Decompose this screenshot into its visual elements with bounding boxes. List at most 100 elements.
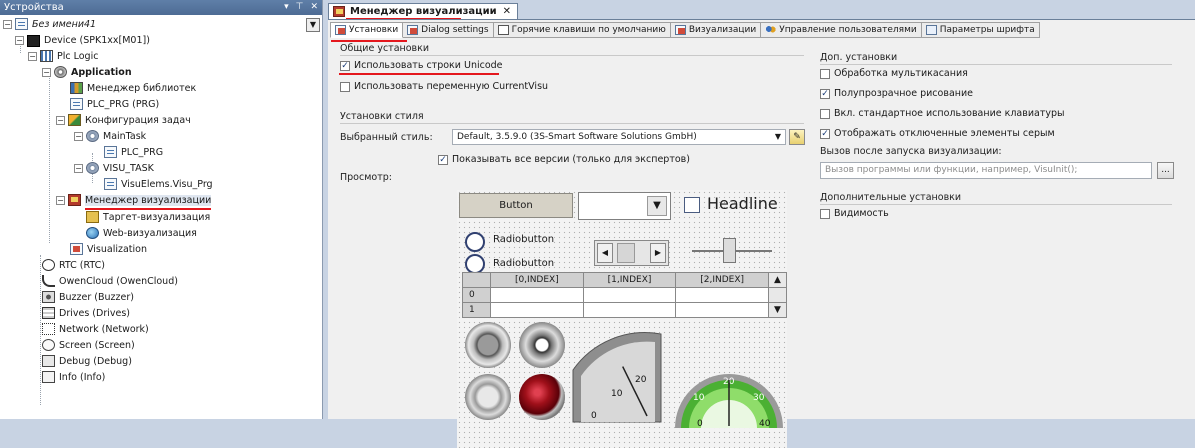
tree-item-web-visualization[interactable]: Web-визуализация — [86, 225, 197, 241]
pin-icon[interactable]: ⊤ — [296, 0, 304, 15]
show-disabled-gray-checkbox[interactable]: ✓ Отображать отключенные элементы серым — [820, 128, 1055, 139]
subtab-settings[interactable]: Установки — [330, 22, 404, 38]
tree-item-buzzer[interactable]: Buzzer (Buzzer) — [42, 289, 134, 305]
checkbox-box[interactable] — [820, 208, 830, 219]
collapse-icon[interactable]: − — [28, 51, 37, 61]
tree-item-plc-logic[interactable]: − Plc Logic — [28, 48, 98, 64]
tree-item-label: Info (Info) — [59, 371, 106, 383]
edit-style-button[interactable]: ✎ — [789, 129, 805, 145]
collapse-icon[interactable]: − — [15, 35, 24, 45]
subtab-highlight-underline — [331, 40, 407, 42]
close-pane-icon[interactable]: ✕ — [310, 0, 318, 15]
subtab-font-settings[interactable]: Параметры шрифта — [921, 22, 1040, 38]
subtab-label: Горячие клавиши по умолчанию — [511, 25, 666, 35]
style-settings-title: Установки стиля — [340, 111, 424, 122]
semitransparent-checkbox[interactable]: ✓ Полупрозрачное рисование — [820, 88, 973, 99]
subtab-hotkeys[interactable]: Горячие клавиши по умолчанию — [493, 22, 671, 38]
scroll-left-icon: ◀ — [597, 243, 613, 263]
tree-item-label: Web-визуализация — [103, 227, 197, 239]
subtab-label: Параметры шрифта — [939, 25, 1035, 35]
collapse-icon[interactable]: − — [42, 67, 51, 77]
tree-item-label: Screen (Screen) — [59, 339, 135, 351]
scroll-right-icon: ▶ — [650, 243, 666, 263]
collapse-icon[interactable]: − — [56, 195, 65, 205]
settings-subtabs: Установки Dialog settings Горячие клавиш… — [330, 22, 1040, 38]
use-currentvisu-checkbox[interactable]: Использовать переменную CurrentVisu — [340, 81, 548, 92]
tree-item-library-manager[interactable]: Менеджер библиотек — [70, 80, 196, 96]
collapse-icon[interactable]: − — [3, 19, 12, 29]
multitouch-checkbox[interactable]: Обработка мультикасания — [820, 68, 968, 79]
checkbox-box[interactable] — [820, 68, 830, 79]
tree-item-owencloud[interactable]: OwenCloud (OwenCloud) — [42, 273, 178, 289]
collapse-icon[interactable]: − — [74, 163, 83, 173]
divider — [820, 64, 1172, 65]
meter1-tick-0: 0 — [591, 411, 597, 421]
tree-item-visualization[interactable]: Visualization — [70, 241, 147, 257]
preview-combobox: ▼ — [578, 192, 671, 220]
use-unicode-checkbox[interactable]: ✓ Использовать строки Unicode — [340, 60, 503, 71]
tree-item-drives[interactable]: Drives (Drives) — [42, 305, 130, 321]
preview-scrollbar: ◀ ▶ — [594, 240, 669, 266]
tree-item-project[interactable]: − Без имени41 — [3, 16, 96, 32]
table-row: 1 ▼ — [462, 302, 787, 318]
style-select-value: Default, 3.5.9.0 (3S-Smart Software Solu… — [457, 132, 697, 142]
divider — [820, 204, 1172, 205]
tree-item-label: Drives (Drives) — [59, 307, 130, 319]
tree-item-maintask-plc-prg[interactable]: PLC_PRG — [104, 144, 163, 160]
style-select[interactable]: Default, 3.5.9.0 (3S-Smart Software Solu… — [452, 129, 786, 145]
tree-item-label: VisuElems.Visu_Prg — [121, 178, 213, 190]
subtab-label: Установки — [349, 25, 399, 35]
device-tree: − Без имени41 − Device (SPK1xx[M01]) − P… — [0, 15, 322, 419]
meter2-tick-40: 40 — [759, 419, 771, 429]
tree-item-label: RTC (RTC) — [59, 259, 106, 271]
collapse-icon[interactable]: − — [56, 115, 65, 125]
settings-tab-icon — [335, 25, 346, 35]
pane-menu-icon[interactable]: ▾ — [284, 0, 289, 15]
call-after-start-placeholder: Вызов программы или функции, например, V… — [825, 165, 1078, 175]
tree-item-plc-prg[interactable]: PLC_PRG (PRG) — [70, 96, 159, 112]
checkbox-label: Полупрозрачное рисование — [834, 88, 973, 99]
tree-item-debug[interactable]: Debug (Debug) — [42, 353, 132, 369]
tree-item-maintask[interactable]: − MainTask — [74, 128, 146, 144]
selected-style-label: Выбранный стиль: — [340, 132, 433, 143]
row-header: 0 — [462, 287, 491, 303]
visibility-checkbox[interactable]: Видимость — [820, 208, 889, 219]
tree-item-visu-task[interactable]: − VISU_TASK — [74, 160, 154, 176]
checkbox-box[interactable]: ✓ — [820, 128, 830, 139]
checkbox-box[interactable]: ✓ — [340, 60, 350, 71]
table-header: [2,INDEX] — [675, 272, 769, 288]
tree-item-label: PLC_PRG — [121, 146, 164, 158]
tree-item-task-configuration[interactable]: − Конфигурация задач — [56, 112, 191, 128]
tree-item-target-visualization[interactable]: Таргет-визуализация — [86, 209, 210, 225]
checkbox-label: Отображать отключенные элементы серым — [834, 128, 1055, 139]
meter2-tick-10: 10 — [693, 393, 705, 403]
subtab-user-management[interactable]: Управление пользователями — [761, 22, 922, 38]
browse-button[interactable]: ... — [1157, 162, 1174, 179]
checkbox-box[interactable]: ✓ — [820, 88, 830, 99]
checkbox-box[interactable]: ✓ — [438, 154, 448, 165]
subtab-dialog-settings[interactable]: Dialog settings — [403, 22, 494, 38]
checkbox-box[interactable] — [820, 108, 830, 119]
subtab-label: Визуализации — [688, 25, 757, 35]
tree-item-application[interactable]: − Application — [42, 64, 132, 80]
keyboard-checkbox[interactable]: Вкл. стандартное использование клавиатур… — [820, 108, 1065, 119]
tree-item-visuelems[interactable]: VisuElems.Visu_Prg — [104, 176, 213, 192]
tree-item-label: PLC_PRG (PRG) — [87, 98, 160, 110]
tree-item-network[interactable]: Network (Network) — [42, 321, 149, 337]
extra-settings-title: Дополнительные установки — [820, 192, 962, 203]
divider — [340, 55, 804, 56]
close-tab-icon[interactable]: ✕ — [503, 6, 511, 17]
tree-item-device[interactable]: − Device (SPK1xx[M01]) — [15, 32, 150, 48]
subtab-visualizations[interactable]: Визуализации — [670, 22, 762, 38]
checkbox-box[interactable] — [340, 81, 350, 92]
preview-lamp-red — [519, 374, 565, 420]
tree-item-visualization-manager[interactable]: − Менеджер визуализации — [56, 192, 212, 208]
tree-item-rtc[interactable]: RTC (RTC) — [42, 257, 105, 273]
tree-item-screen[interactable]: Screen (Screen) — [42, 337, 135, 353]
project-icon — [15, 18, 28, 30]
call-after-start-input[interactable]: Вызов программы или функции, например, V… — [820, 162, 1152, 179]
document-tab-visualization-manager[interactable]: Менеджер визуализации ✕ — [328, 3, 518, 19]
show-all-versions-checkbox[interactable]: ✓ Показывать все версии (только для эксп… — [438, 154, 690, 165]
collapse-icon[interactable]: − — [74, 131, 83, 141]
tree-item-info[interactable]: Info (Info) — [42, 369, 105, 385]
